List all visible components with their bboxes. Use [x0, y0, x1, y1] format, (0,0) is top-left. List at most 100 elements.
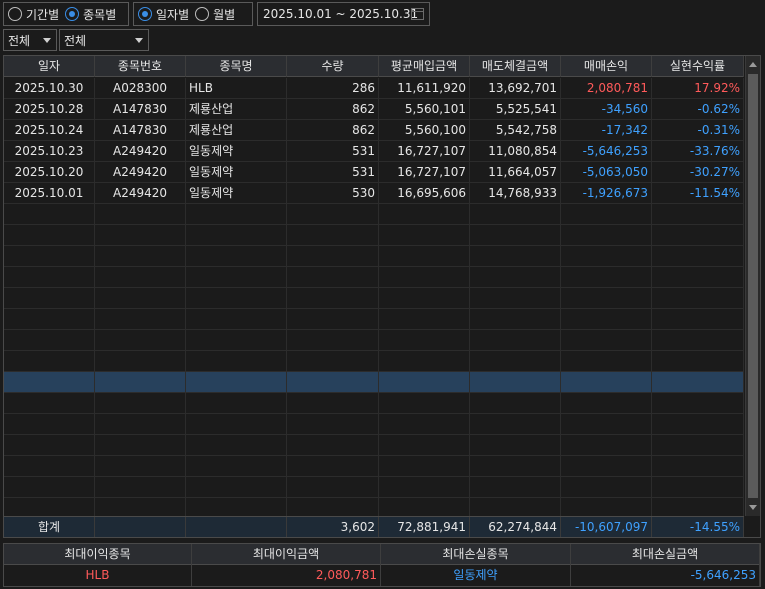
account-filter-select[interactable]: 전체	[3, 29, 57, 51]
col-header-qty[interactable]: 수량	[287, 56, 379, 77]
aggregation-radio-group: 일자별 월별	[133, 2, 253, 26]
empty-table-row[interactable]	[4, 372, 744, 393]
cell-sell: 11,080,854	[470, 141, 561, 161]
cell-name: HLB	[186, 78, 287, 98]
cell-rate	[652, 393, 744, 413]
empty-table-row[interactable]	[4, 414, 744, 435]
cell-sell	[470, 204, 561, 224]
col-header-rate[interactable]: 실현수익률	[652, 56, 744, 77]
cell-sell	[470, 225, 561, 245]
calendar-icon[interactable]	[411, 8, 424, 20]
table-row[interactable]: 2025.10.24 A147830 제룡산업 862 5,560,100 5,542,7…	[4, 120, 744, 141]
cell-code	[95, 246, 186, 266]
cell-sell	[470, 246, 561, 266]
scroll-down-icon[interactable]	[749, 505, 757, 510]
radio-button-icon	[8, 7, 22, 21]
cell-qty: 286	[287, 78, 379, 98]
cell-name	[186, 456, 287, 476]
cell-date	[4, 456, 95, 476]
cell-avg-buy	[379, 309, 470, 329]
cell-qty	[287, 204, 379, 224]
empty-table-row[interactable]	[4, 351, 744, 372]
table-row[interactable]: 2025.10.30 A028300 HLB 286 11,611,920 13,692,…	[4, 78, 744, 99]
cell-date	[4, 477, 95, 497]
cell-sell	[470, 351, 561, 371]
cell-code: A249420	[95, 183, 186, 203]
cell-code: A028300	[95, 78, 186, 98]
empty-table-row[interactable]	[4, 267, 744, 288]
date-range-input[interactable]: 2025.10.01 ~ 2025.10.31	[257, 2, 430, 26]
table-row[interactable]: 2025.10.01 A249420 일동제약 530 16,695,606 14,768…	[4, 183, 744, 204]
col-header-sell[interactable]: 매도체결금액	[470, 56, 561, 77]
scrollbar-thumb[interactable]	[748, 74, 758, 498]
cell-rate: 17.92%	[652, 78, 744, 98]
cell-avg-buy	[379, 393, 470, 413]
cell-avg-buy: 16,727,107	[379, 162, 470, 182]
cell-code	[95, 225, 186, 245]
cell-qty	[287, 477, 379, 497]
col-header-pnl[interactable]: 매매손익	[561, 56, 652, 77]
cell-rate	[652, 456, 744, 476]
col-header-name[interactable]: 종목명	[186, 56, 287, 77]
col-header-avg-buy[interactable]: 평균매입금액	[379, 56, 470, 77]
cell-pnl	[561, 288, 652, 308]
cell-avg-buy	[379, 267, 470, 287]
filter-bar: 기간별 종목별 일자별 월별 2025.10.01 ~ 2025.10.31	[0, 0, 765, 28]
cell-code	[95, 477, 186, 497]
cell-avg-buy	[379, 414, 470, 434]
summary-header-max-loss-stock: 최대손실종목	[381, 544, 571, 565]
col-header-code[interactable]: 종목번호	[95, 56, 186, 77]
cell-name: 일동제약	[186, 183, 287, 203]
summary-max-loss-stock: 일동제약	[381, 565, 571, 586]
radio-monthly[interactable]: 월별	[195, 6, 235, 23]
cell-sell	[470, 477, 561, 497]
cell-avg-buy	[379, 477, 470, 497]
scroll-up-icon[interactable]	[749, 62, 757, 67]
cell-rate: -0.62%	[652, 99, 744, 119]
cell-name	[186, 393, 287, 413]
empty-table-row[interactable]	[4, 393, 744, 414]
cell-pnl	[561, 225, 652, 245]
cell-sell	[470, 414, 561, 434]
empty-table-row[interactable]	[4, 246, 744, 267]
cell-rate	[652, 225, 744, 245]
cell-name: 일동제약	[186, 141, 287, 161]
vertical-scrollbar[interactable]	[745, 56, 760, 516]
cell-date: 2025.10.01	[4, 183, 95, 203]
cell-code	[95, 204, 186, 224]
empty-table-row[interactable]	[4, 456, 744, 477]
cell-date	[4, 267, 95, 287]
market-filter-select[interactable]: 전체	[59, 29, 149, 51]
table-row[interactable]: 2025.10.20 A249420 일동제약 531 16,727,107 11,664…	[4, 162, 744, 183]
chevron-down-icon	[135, 38, 143, 43]
total-label: 합계	[4, 517, 95, 537]
cell-rate	[652, 477, 744, 497]
empty-table-row[interactable]	[4, 225, 744, 246]
empty-table-row[interactable]	[4, 435, 744, 456]
empty-table-row[interactable]	[4, 309, 744, 330]
empty-table-row[interactable]	[4, 477, 744, 498]
cell-rate	[652, 498, 744, 518]
col-header-date[interactable]: 일자	[4, 56, 95, 77]
cell-qty	[287, 498, 379, 518]
cell-name	[186, 288, 287, 308]
cell-rate	[652, 309, 744, 329]
empty-table-row[interactable]	[4, 288, 744, 309]
table-row[interactable]: 2025.10.28 A147830 제룡산업 862 5,560,101 5,525,5…	[4, 99, 744, 120]
radio-by-period[interactable]: 기간별	[8, 6, 59, 23]
empty-table-row[interactable]	[4, 204, 744, 225]
table-row[interactable]: 2025.10.23 A249420 일동제약 531 16,727,107 11,080…	[4, 141, 744, 162]
radio-by-stock[interactable]: 종목별	[65, 6, 116, 23]
cell-qty: 862	[287, 120, 379, 140]
radio-daily[interactable]: 일자별	[138, 6, 189, 23]
total-pnl: -10,607,097	[561, 517, 652, 537]
cell-qty	[287, 393, 379, 413]
cell-pnl: -34,560	[561, 99, 652, 119]
cell-date	[4, 393, 95, 413]
empty-table-row[interactable]	[4, 330, 744, 351]
cell-avg-buy: 16,695,606	[379, 183, 470, 203]
cell-name	[186, 246, 287, 266]
cell-rate	[652, 288, 744, 308]
cell-name: 일동제약	[186, 162, 287, 182]
cell-avg-buy	[379, 372, 470, 392]
